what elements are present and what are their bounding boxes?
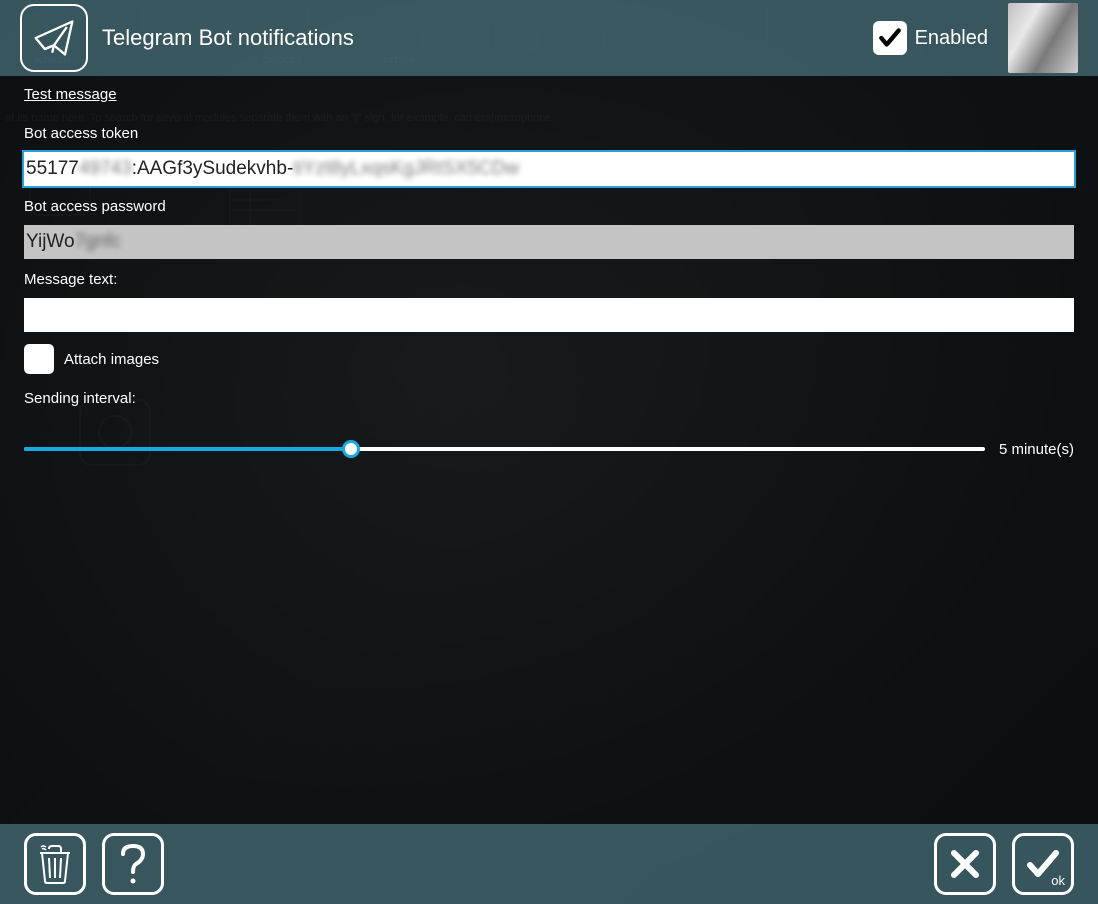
interval-value: 5 minute(s) — [999, 441, 1074, 458]
help-button[interactable] — [102, 833, 164, 895]
test-message-link[interactable]: Test message — [24, 86, 117, 103]
ok-button[interactable]: ok — [1012, 833, 1074, 895]
token-label: Bot access token — [24, 125, 1074, 142]
password-label: Bot access password — [24, 198, 1074, 215]
interval-label: Sending interval: — [24, 390, 1074, 407]
enabled-checkbox[interactable] — [873, 21, 907, 55]
telegram-icon — [20, 4, 88, 72]
cancel-button[interactable] — [934, 833, 996, 895]
interval-slider[interactable] — [24, 439, 985, 459]
dialog-footer: ok — [0, 824, 1098, 904]
message-label: Message text: — [24, 271, 1074, 288]
message-input[interactable] — [24, 298, 1074, 332]
attach-images-checkbox[interactable] — [24, 344, 54, 374]
ok-label: ok — [1051, 873, 1065, 888]
enabled-label: Enabled — [915, 27, 988, 50]
delete-button[interactable] — [24, 833, 86, 895]
token-input[interactable]: 5517749743:AAGf3ySudekvhb-tiYzt8yLxqsKgJ… — [24, 152, 1074, 186]
dialog-header: Telegram Bot notifications Enabled — [0, 0, 1098, 76]
dialog-title: Telegram Bot notifications — [102, 25, 873, 51]
preview-thumbnail — [1008, 3, 1078, 73]
attach-images-label: Attach images — [64, 351, 159, 368]
dialog-body: Test message Bot access token 5517749743… — [0, 76, 1098, 824]
password-input[interactable]: YijWo7gnfc — [24, 225, 1074, 259]
